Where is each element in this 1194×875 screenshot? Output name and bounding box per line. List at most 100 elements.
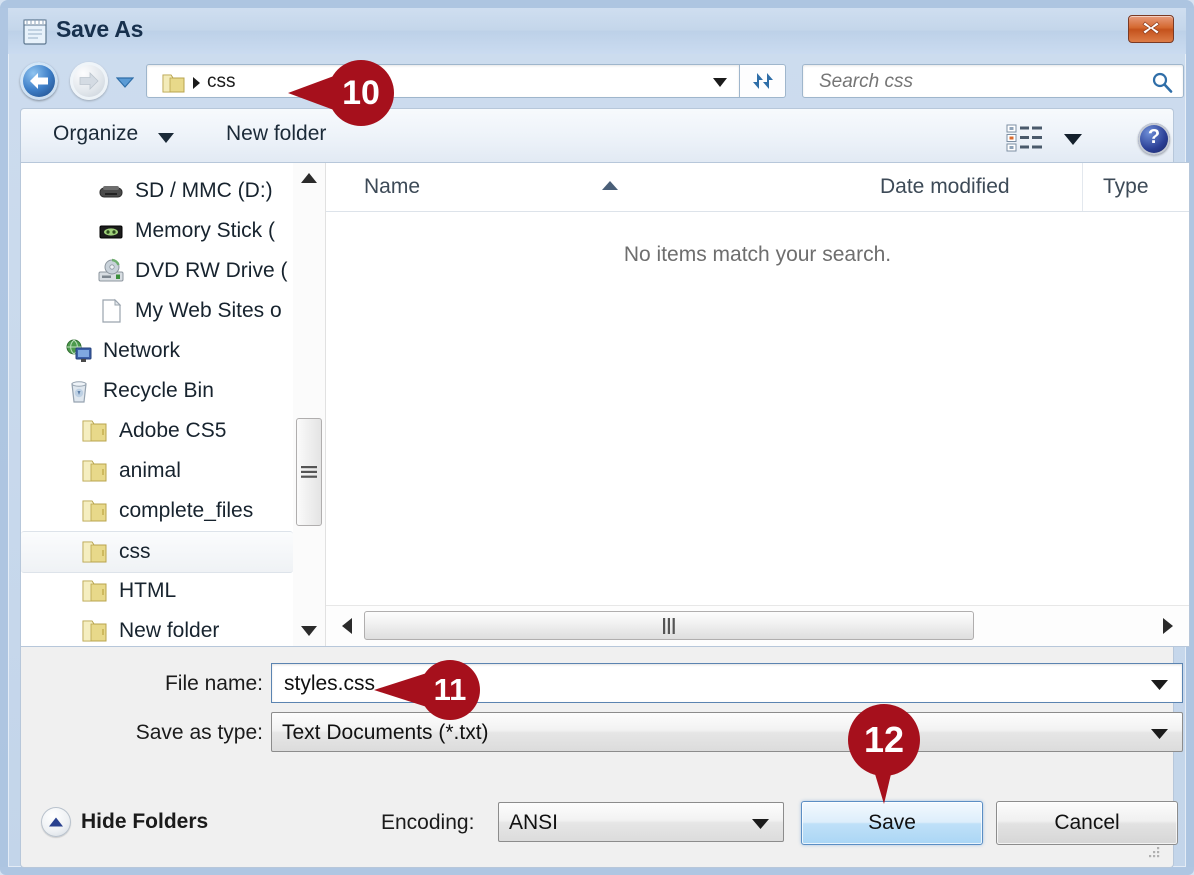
save-as-type-value: Text Documents (*.txt)	[282, 721, 489, 744]
grip-icon	[301, 466, 317, 478]
column-header-type[interactable]: Type	[1082, 163, 1194, 211]
view-mode-icon[interactable]	[1006, 123, 1048, 153]
address-bar[interactable]: css	[146, 64, 740, 98]
file-list: Name Date modified Type No items match y…	[326, 163, 1189, 646]
file-name-label: File name:	[164, 672, 263, 695]
cancel-button[interactable]: Cancel	[996, 801, 1178, 845]
hide-folders-label: Hide Folders	[81, 810, 209, 833]
sidebar-item-label: Memory Stick (	[135, 219, 276, 242]
folder-icon	[81, 578, 109, 604]
chevron-down-icon[interactable]	[1151, 680, 1168, 690]
column-header-date-modified[interactable]: Date modified	[858, 163, 1082, 211]
document-icon	[97, 298, 125, 324]
folder-icon	[162, 74, 185, 93]
sidebar-item-label: Network	[103, 339, 181, 362]
search-input[interactable]	[817, 65, 1143, 99]
chevron-down-icon[interactable]	[158, 133, 174, 143]
sidebar-item-network[interactable]: Network	[21, 331, 293, 371]
forward-button[interactable]	[70, 62, 108, 100]
sidebar-item-adobe-cs5[interactable]: Adobe CS5	[21, 411, 293, 451]
folder-icon	[81, 418, 109, 444]
dvd-drive-icon	[97, 258, 125, 284]
sidebar-item-new-folder[interactable]: New folder	[21, 611, 293, 646]
sidebar-item-css[interactable]: css	[21, 531, 293, 573]
breadcrumb-separator-icon	[193, 77, 200, 89]
recycle-bin-icon	[65, 378, 93, 404]
sidebar-item-label: css	[119, 540, 151, 563]
network-icon	[65, 338, 93, 364]
new-folder-button[interactable]: New folder	[226, 122, 326, 146]
sidebar-item-label: animal	[119, 459, 181, 482]
triangle-up-icon	[301, 173, 317, 183]
file-name-combobox[interactable]	[271, 663, 1183, 704]
form-area: File name: Save as type: Text Documents …	[20, 647, 1183, 789]
window-title: Save As	[56, 16, 144, 42]
sidebar-scrollbar-thumb[interactable]	[296, 418, 322, 526]
sidebar-scrollbar[interactable]	[293, 163, 326, 646]
sidebar-item-html[interactable]: HTML	[21, 571, 293, 611]
navigation-bar: css	[8, 54, 1186, 108]
chevron-down-icon[interactable]	[1064, 134, 1082, 145]
column-header-row: Name Date modified Type	[326, 163, 1189, 212]
chevron-down-icon[interactable]	[752, 819, 769, 829]
folder-icon	[81, 618, 109, 644]
file-list-horizontal-scrollbar[interactable]	[326, 605, 1189, 646]
folder-icon	[81, 458, 109, 484]
sidebar-item-my-web-sites-o[interactable]: My Web Sites o	[21, 291, 293, 331]
close-icon	[1142, 21, 1160, 35]
organize-button[interactable]: Organize	[53, 122, 138, 146]
back-button[interactable]	[20, 62, 58, 100]
scroll-up-button[interactable]	[293, 163, 325, 193]
search-icon	[1152, 72, 1173, 93]
scroll-left-button[interactable]	[332, 606, 362, 646]
hide-folders-button[interactable]: Hide Folders	[41, 807, 208, 837]
arrow-right-icon	[79, 72, 99, 90]
content-pane: SD / MMC (D:) Memory Stick ( DVD RW Drive …	[20, 162, 1190, 647]
encoding-label: Encoding:	[381, 811, 475, 834]
sidebar-item-complete-files[interactable]: complete_files	[21, 491, 293, 531]
chevron-down-icon[interactable]	[1151, 729, 1168, 739]
save-as-type-label: Save as type:	[135, 721, 263, 744]
column-header-name[interactable]: Name	[326, 163, 858, 211]
scroll-down-button[interactable]	[293, 616, 325, 646]
sidebar-item-recycle-bin[interactable]: Recycle Bin	[21, 371, 293, 411]
sidebar-item-label: Adobe CS5	[119, 419, 227, 442]
resize-grip-icon[interactable]	[1145, 843, 1161, 859]
triangle-down-icon	[301, 626, 317, 636]
refresh-icon	[752, 73, 773, 89]
save-button[interactable]: Save	[801, 801, 983, 845]
history-dropdown-icon[interactable]	[116, 76, 134, 88]
help-glyph: ?	[1147, 126, 1161, 148]
grip-icon	[663, 617, 675, 634]
empty-list-message: No items match your search.	[623, 243, 892, 266]
sidebar-item-memory-stick[interactable]: Memory Stick (	[21, 211, 293, 251]
memory-stick-drive-icon	[97, 218, 125, 244]
help-button[interactable]: ?	[1138, 123, 1170, 155]
refresh-button[interactable]	[740, 64, 786, 98]
breadcrumb-current-folder[interactable]: css	[207, 71, 236, 93]
save-as-type-combobox[interactable]: Text Documents (*.txt)	[271, 712, 1183, 752]
sidebar-item-sd-mmc-d[interactable]: SD / MMC (D:)	[21, 171, 293, 211]
sidebar-item-animal[interactable]: animal	[21, 451, 293, 491]
sidebar-item-label: DVD RW Drive (	[135, 259, 288, 282]
sidebar-item-dvd-rw-drive[interactable]: DVD RW Drive (	[21, 251, 293, 291]
horizontal-scrollbar-thumb[interactable]	[364, 611, 974, 640]
notepad-icon	[23, 19, 47, 45]
folder-icon	[81, 498, 109, 524]
dialog-button-bar: Hide Folders Encoding: ANSI Save Cancel	[20, 789, 1178, 868]
chevron-down-icon[interactable]	[713, 78, 727, 87]
encoding-combobox[interactable]: ANSI	[498, 802, 784, 842]
sidebar-item-label: complete_files	[119, 499, 254, 522]
scroll-right-button[interactable]	[1153, 606, 1183, 646]
sidebar-item-label: New folder	[119, 619, 220, 642]
save-as-dialog: Save As css Search css Organize New fold…	[0, 0, 1194, 875]
search-box[interactable]	[802, 64, 1184, 99]
folder-icon	[81, 539, 109, 565]
close-button[interactable]	[1128, 15, 1174, 43]
sort-ascending-icon	[602, 181, 618, 190]
command-bar: Organize New folder ?	[20, 108, 1174, 162]
sidebar-item-label: SD / MMC (D:)	[135, 179, 273, 202]
sd-card-drive-icon	[97, 178, 125, 204]
file-name-input[interactable]	[282, 664, 1142, 704]
triangle-left-icon	[342, 618, 352, 634]
